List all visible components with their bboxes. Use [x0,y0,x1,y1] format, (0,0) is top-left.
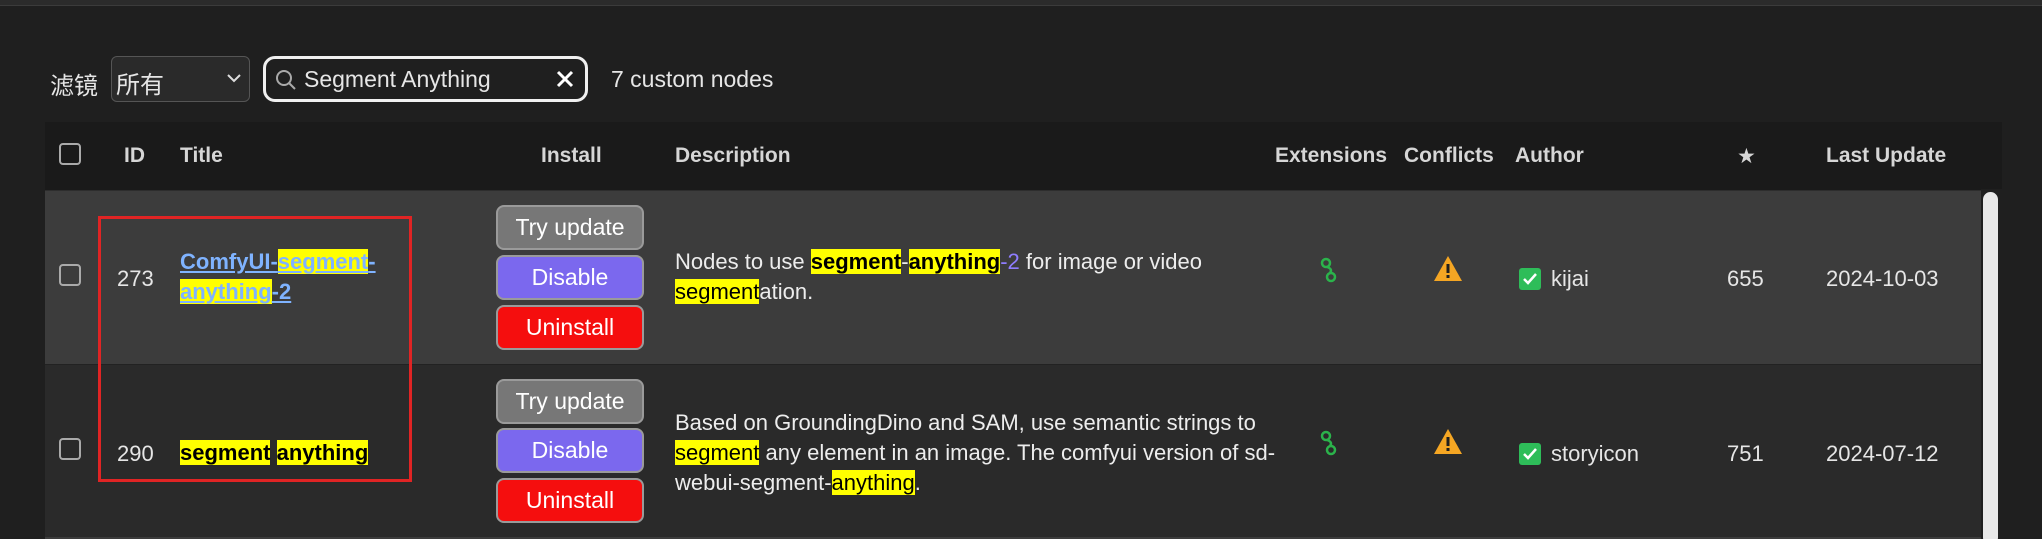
row-stars: 751 [1727,441,1764,466]
filter-select[interactable]: 所有 [111,56,250,102]
node-count: 7 custom nodes [611,66,774,92]
row-checkbox[interactable] [59,264,81,286]
row-author: kijai [1519,266,1589,292]
header-conflicts[interactable]: Conflicts [1404,144,1494,168]
row-author: storyicon [1519,441,1639,467]
extension-link-icon[interactable] [1314,255,1344,285]
search-icon [276,70,296,90]
filter-selected-value: 所有 [116,72,164,99]
warning-icon[interactable] [1433,427,1463,457]
search-value: Segment Anything [304,66,491,92]
row-checkbox[interactable] [59,438,81,460]
warning-icon[interactable] [1433,254,1463,284]
chevron-down-icon [227,74,241,83]
row-description: Nodes to use segment-anything-2 for imag… [675,249,1202,304]
row-stars: 655 [1727,266,1764,291]
scrollbar-thumb[interactable] [1983,192,1998,539]
annotation-highlight-box [98,216,412,482]
uninstall-button[interactable]: Uninstall [496,478,644,523]
disable-button[interactable]: Disable [496,255,644,300]
row-last-update: 2024-10-03 [1826,266,1939,291]
extension-link-icon[interactable] [1314,428,1344,458]
row-last-update: 2024-07-12 [1826,441,1939,466]
checkbox-checked-icon [1519,443,1541,465]
header-extensions[interactable]: Extensions [1275,144,1387,168]
disable-button[interactable]: Disable [496,428,644,473]
uninstall-button[interactable]: Uninstall [496,305,644,350]
filter-label: 滤镜 [50,73,98,100]
header-last-update[interactable]: Last Update [1826,144,1946,168]
try-update-button[interactable]: Try update [496,379,644,424]
header-install[interactable]: Install [541,144,602,168]
author-name: kijai [1551,266,1589,291]
header-title[interactable]: Title [180,144,223,168]
header-description[interactable]: Description [675,144,791,168]
row-description: Based on GroundingDino and SAM, use sema… [675,410,1276,495]
table-header: ID Title Install Description Extensions … [45,122,2002,191]
close-icon[interactable] [553,67,577,91]
header-stars[interactable]: ★ [1737,144,1756,169]
select-all-checkbox[interactable] [59,143,81,165]
header-author[interactable]: Author [1515,144,1584,168]
search-input[interactable]: Segment Anything [263,56,588,102]
header-id[interactable]: ID [124,144,145,168]
try-update-button[interactable]: Try update [496,205,644,250]
custom-nodes-panel: 滤镜 所有 Segment Anything 7 custom nodes ID… [0,6,2042,539]
author-name: storyicon [1551,441,1640,466]
checkbox-checked-icon [1519,268,1541,290]
